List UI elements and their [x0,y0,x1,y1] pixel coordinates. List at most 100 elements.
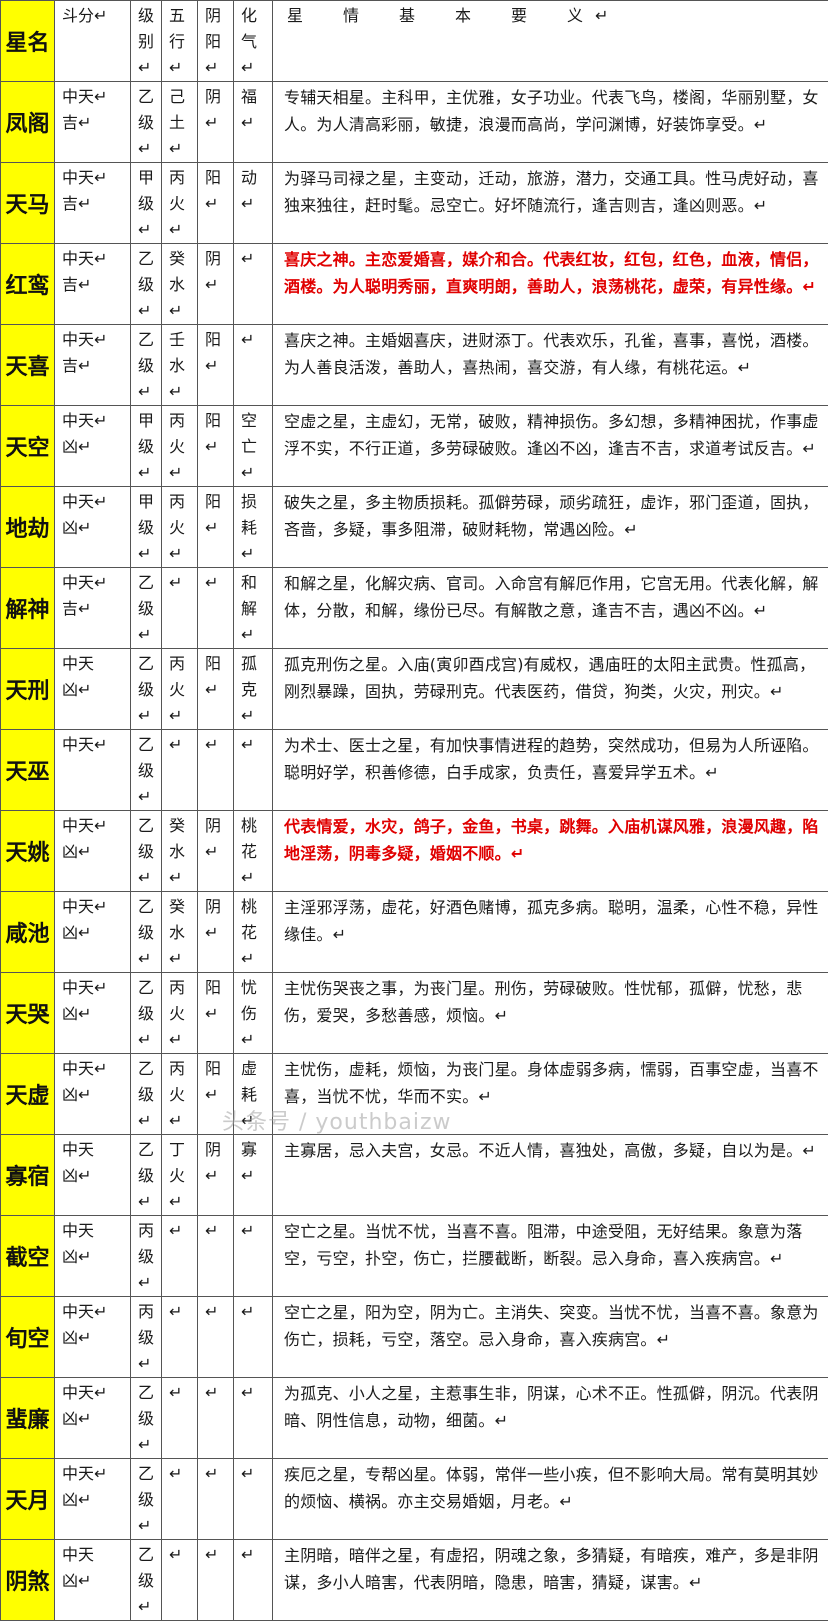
header-grade: 斗分↵ [55,1,131,82]
star-name-cell: 天月 [1,1459,55,1540]
huaqi-cell: ↵ [234,325,273,406]
grade-cell: 中天↵ [55,730,131,811]
description-cell: 主寡居，忌入夫宫，女忌。不近人情，喜独处，高傲，多疑，自以为是。↵ [273,1135,828,1216]
yinyang-cell: 阳↵ [198,325,234,406]
header-row: 星名 斗分↵ 级 别↵ 五 行↵ 阴 阳↵ 化 气↵ 星 情 基 本 要 义↵ [1,1,828,82]
table-row: 凤阁中天↵ 吉↵乙 级↵己 土↵阴↵福↵专辅天相星。主科甲，主优雅，女子功业。代… [1,82,828,163]
table-row: 天巫中天↵乙 级↵↵↵↵为术士、医士之星，有加快事情进程的趋势，突然成功，但易为… [1,730,828,811]
grade-cell: 中天↵ 凶↵ [55,487,131,568]
grade-cell: 中天↵ 凶↵ [55,1378,131,1459]
wuxing-cell: 癸 水↵ [162,811,198,892]
description-cell: 喜庆之神。主婚姻喜庆，进财添丁。代表欢乐，孔雀，喜事，喜悦，酒楼。为人善良活泼，… [273,325,828,406]
huaqi-cell: 动↵ [234,163,273,244]
header-description: 星 情 基 本 要 义↵ [273,1,828,82]
table-row: 天虚中天↵ 凶↵乙 级↵丙 火↵阳↵虚 耗↵主忧伤，虚耗，烦恼，为丧门星。身体虚… [1,1054,828,1135]
huaqi-cell: 孤 克↵ [234,649,273,730]
description-cell: 破失之星，多主物质损耗。孤僻劳碌，顽劣疏狂，虚诈，邪门歪道，固执，吝啬，多疑，事… [273,487,828,568]
yinyang-cell: 阴↵ [198,82,234,163]
yinyang-cell: 阳↵ [198,163,234,244]
yinyang-cell: 阳↵ [198,1054,234,1135]
level-cell: 丙 级↵ [131,1216,162,1297]
table-row: 天马中天↵ 吉↵甲 级↵丙 火↵阳↵动↵为驿马司禄之星，主变动，迁动，旅游，潜力… [1,163,828,244]
header-wuxing: 五 行↵ [162,1,198,82]
wuxing-cell: 丙 火↵ [162,406,198,487]
table-row: 地劫中天↵ 凶↵甲 级↵丙 火↵阳↵损 耗↵破失之星，多主物质损耗。孤僻劳碌，顽… [1,487,828,568]
wuxing-cell: 丁 火↵ [162,1135,198,1216]
level-cell: 乙 级↵ [131,1135,162,1216]
wuxing-cell: ↵ [162,1540,198,1621]
table-row: 天刑中天 凶↵乙 级↵丙 火↵阳↵孤 克↵孤克刑伤之星。入庙(寅卯酉戌宫)有威权… [1,649,828,730]
wuxing-cell: 癸 水↵ [162,244,198,325]
description-cell: 喜庆之神。主恋爱婚喜，媒介和合。代表红妆，红包，红色，血液，情侣，酒楼。为人聪明… [273,244,828,325]
grade-cell: 中天↵ 凶↵ [55,892,131,973]
wuxing-cell: 丙 火↵ [162,163,198,244]
level-cell: 乙 级↵ [131,1378,162,1459]
yinyang-cell: ↵ [198,568,234,649]
description-cell: 代表情爱，水灾，鸽子，金鱼，书桌，跳舞。入庙机谋风雅，浪漫风趣，陷地淫荡，阴毒多… [273,811,828,892]
grade-cell: 中天 凶↵ [55,1135,131,1216]
wuxing-cell: ↵ [162,1297,198,1378]
star-name-cell: 地劫 [1,487,55,568]
level-cell: 乙 级↵ [131,82,162,163]
huaqi-cell: 虚 耗↵ [234,1054,273,1135]
description-cell: 为术士、医士之星，有加快事情进程的趋势，突然成功，但易为人所诬陷。聪明好学，积善… [273,730,828,811]
level-cell: 乙 级↵ [131,973,162,1054]
star-name-cell: 寡宿 [1,1135,55,1216]
star-name-cell: 天刑 [1,649,55,730]
description-cell: 孤克刑伤之星。入庙(寅卯酉戌宫)有威权，遇庙旺的太阳主武贵。性孤高，刚烈暴躁，固… [273,649,828,730]
huaqi-cell: 空 亡↵ [234,406,273,487]
level-cell: 乙 级↵ [131,811,162,892]
huaqi-cell: ↵ [234,1216,273,1297]
star-name-cell: 天哭 [1,973,55,1054]
level-cell: 乙 级↵ [131,892,162,973]
description-cell: 空亡之星。当忧不忧，当喜不喜。阻滞，中途受阻，无好结果。象意为落空，亏空，扑空，… [273,1216,828,1297]
level-cell: 乙 级↵ [131,1459,162,1540]
yinyang-cell: ↵ [198,1459,234,1540]
yinyang-cell: ↵ [198,1540,234,1621]
header-huaqi: 化 气↵ [234,1,273,82]
grade-cell: 中天 凶↵ [55,1216,131,1297]
description-cell: 为驿马司禄之星，主变动，迁动，旅游，潜力，交通工具。性马虎好动，喜独来独往，赶时… [273,163,828,244]
level-cell: 甲 级↵ [131,487,162,568]
table-row: 寡宿中天 凶↵乙 级↵丁 火↵阴↵寡↵主寡居，忌入夫宫，女忌。不近人情，喜独处，… [1,1135,828,1216]
table-row: 阴煞中天 凶↵乙 级↵↵↵↵主阴暗，暗伴之星，有虚招，阴魂之象，多猜疑，有暗疾，… [1,1540,828,1621]
description-cell: 为孤克、小人之星，主惹事生非，阴谋，心术不正。性孤僻，阴沉。代表阴暗、阴性信息，… [273,1378,828,1459]
table-row: 天空中天↵ 凶↵甲 级↵丙 火↵阳↵空 亡↵空虚之星，主虚幻，无常，破败，精神损… [1,406,828,487]
star-name-cell: 蜚廉 [1,1378,55,1459]
table-row: 解神中天↵ 吉↵乙 级↵↵↵和 解↵和解之星，化解灾病、官司。入命宫有解厄作用，… [1,568,828,649]
table-row: 蜚廉中天↵ 凶↵乙 级↵↵↵↵为孤克、小人之星，主惹事生非，阴谋，心术不正。性孤… [1,1378,828,1459]
star-name-cell: 旬空 [1,1297,55,1378]
huaqi-cell: ↵ [234,244,273,325]
yinyang-cell: 阳↵ [198,649,234,730]
huaqi-cell: 损 耗↵ [234,487,273,568]
huaqi-cell: ↵ [234,1378,273,1459]
grade-cell: 中天↵ 吉↵ [55,244,131,325]
star-name-cell: 天姚 [1,811,55,892]
wuxing-cell: 丙 火↵ [162,1054,198,1135]
description-cell: 空虚之星，主虚幻，无常，破败，精神损伤。多幻想，多精神困扰，作事虚浮不实，不行正… [273,406,828,487]
description-cell: 疾厄之星，专帮凶星。体弱，常伴一些小疾，但不影响大局。常有莫明其妙的烦恼、横祸。… [273,1459,828,1540]
huaqi-cell: 福↵ [234,82,273,163]
level-cell: 甲 级↵ [131,163,162,244]
yinyang-cell: 阴↵ [198,1135,234,1216]
huaqi-cell: ↵ [234,1540,273,1621]
huaqi-cell: ↵ [234,1459,273,1540]
wuxing-cell: 己 土↵ [162,82,198,163]
description-cell: 主淫邪浮荡，虚花，好酒色赌博，孤克多病。聪明，温柔，心性不稳，异性缘佳。↵ [273,892,828,973]
huaqi-cell: 桃 花↵ [234,892,273,973]
huaqi-cell: ↵ [234,1297,273,1378]
grade-cell: 中天↵ 凶↵ [55,811,131,892]
description-cell: 空亡之星，阳为空，阴为亡。主消失、突变。当忧不忧，当喜不喜。象意为伤亡，损耗，亏… [273,1297,828,1378]
level-cell: 乙 级↵ [131,1054,162,1135]
grade-cell: 中天↵ 凶↵ [55,1297,131,1378]
huaqi-cell: 忧 伤↵ [234,973,273,1054]
level-cell: 丙 级↵ [131,1297,162,1378]
grade-cell: 中天↵ 吉↵ [55,325,131,406]
wuxing-cell: 丙 火↵ [162,487,198,568]
wuxing-cell: 丙 火↵ [162,649,198,730]
level-cell: 乙 级↵ [131,244,162,325]
wuxing-cell: 癸 水↵ [162,892,198,973]
description-cell: 主忧伤哭丧之事，为丧门星。刑伤，劳碌破败。性忧郁，孤僻，忧愁，悲伤，爱哭，多愁善… [273,973,828,1054]
yinyang-cell: 阴↵ [198,244,234,325]
star-name-cell: 天巫 [1,730,55,811]
